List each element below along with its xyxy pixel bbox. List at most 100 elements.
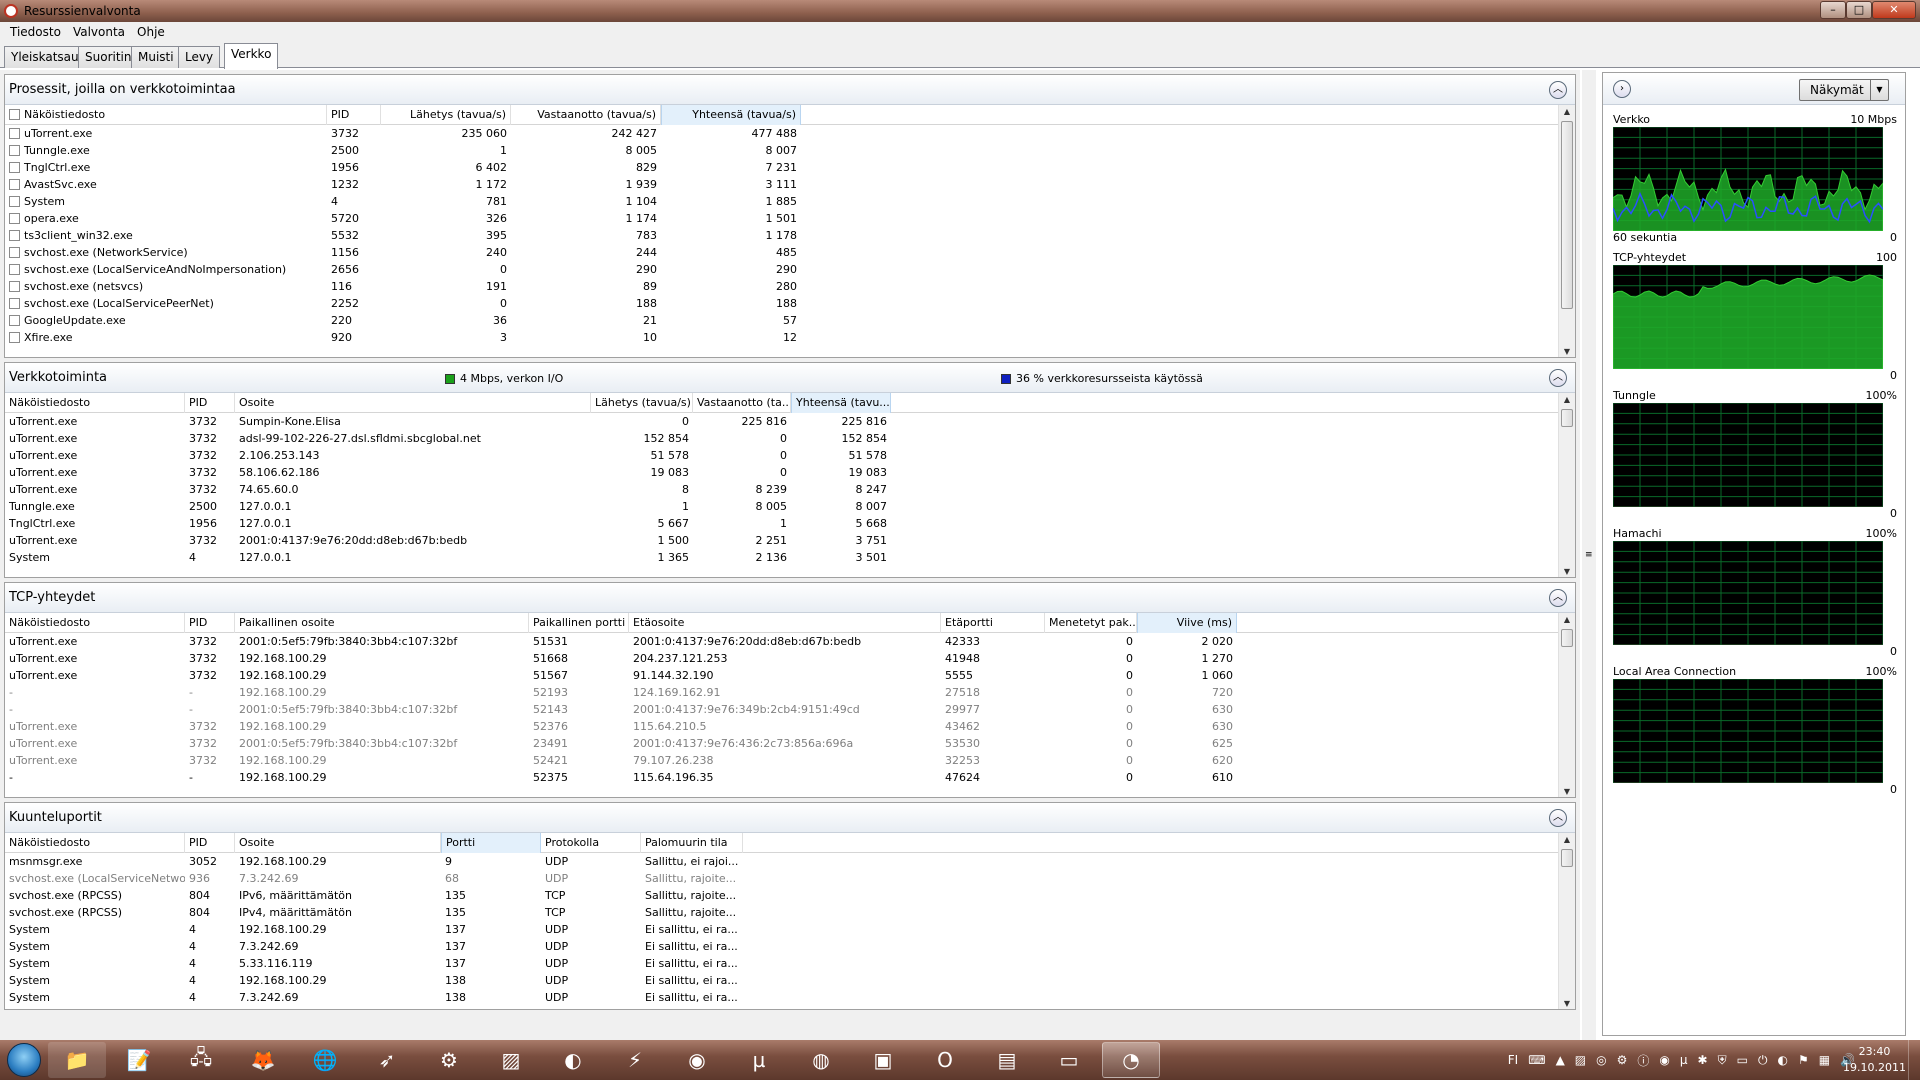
arrow-icon[interactable]: ➶ bbox=[358, 1042, 416, 1078]
table-row[interactable]: - - 192.168.100.29 52375 115.64.196.35 47624 0… bbox=[5, 769, 1575, 786]
scroll-down-arrow[interactable]: ▼ bbox=[1559, 345, 1575, 357]
flag-tray-icon[interactable]: ⚑ bbox=[1798, 1053, 1809, 1067]
table-row[interactable]: Xfire.exe 920 3 10 12 bbox=[5, 329, 1575, 346]
table-row[interactable]: System 4 781 1 104 1 885 bbox=[5, 193, 1575, 210]
scroll-down-arrow[interactable]: ▼ bbox=[1559, 785, 1575, 797]
table-row[interactable]: Tunngle.exe 2500 1 8 005 8 007 bbox=[5, 142, 1575, 159]
col-image[interactable]: Näköistiedosto bbox=[5, 613, 185, 633]
ts-tray-icon[interactable]: ◎ bbox=[1596, 1053, 1606, 1067]
table-row[interactable]: GoogleUpdate.exe 220 36 21 57 bbox=[5, 312, 1575, 329]
select-all-checkbox[interactable] bbox=[9, 108, 20, 120]
row-checkbox[interactable] bbox=[9, 212, 20, 224]
col-packet-loss[interactable]: Menetetyt pak... bbox=[1045, 613, 1137, 633]
table-row[interactable]: svchost.exe (netsvcs) 116 191 89 280 bbox=[5, 278, 1575, 295]
row-checkbox[interactable] bbox=[9, 178, 20, 190]
tab-cpu[interactable]: Suoritin bbox=[78, 46, 139, 68]
row-checkbox[interactable] bbox=[9, 127, 20, 139]
col-address[interactable]: Osoite bbox=[235, 393, 591, 413]
col-local-port[interactable]: Paikallinen portti bbox=[529, 613, 629, 633]
row-checkbox[interactable] bbox=[9, 144, 20, 156]
media-icon[interactable]: ◐ bbox=[544, 1042, 602, 1078]
col-image[interactable]: Näköistiedosto bbox=[5, 393, 185, 413]
scroll-down-arrow[interactable]: ▼ bbox=[1559, 997, 1575, 1009]
utorrent-tray-icon[interactable]: µ bbox=[1680, 1053, 1688, 1067]
col-pid[interactable]: PID bbox=[185, 393, 235, 413]
col-latency[interactable]: Viive (ms) bbox=[1137, 613, 1237, 633]
start-button[interactable] bbox=[0, 1040, 48, 1080]
steam-icon[interactable]: ⚙ bbox=[420, 1042, 478, 1078]
keyboard-icon[interactable]: ⌨ bbox=[1528, 1053, 1545, 1067]
steam-tray-icon[interactable]: ⚙ bbox=[1617, 1053, 1628, 1067]
table-row[interactable]: opera.exe 5720 326 1 174 1 501 bbox=[5, 210, 1575, 227]
scroll-up-arrow[interactable]: ▲ bbox=[1559, 105, 1575, 119]
table-row[interactable]: uTorrent.exe 3732 2001:0:5ef5:79fb:3840:3b… bbox=[5, 735, 1575, 752]
tcp-scrollbar[interactable]: ▲ ▼ bbox=[1558, 613, 1575, 797]
show-desktop-button[interactable] bbox=[1908, 1040, 1920, 1080]
menu-help[interactable]: Ohje bbox=[131, 25, 171, 39]
table-row[interactable]: System 4 7.3.242.69 137 UDP Ei sallittu, ei r… bbox=[5, 938, 1575, 955]
table-row[interactable]: Tunngle.exe 2500 127.0.0.1 1 8 005 8 007 bbox=[5, 498, 1575, 515]
scroll-thumb[interactable] bbox=[1561, 629, 1573, 647]
table-row[interactable]: uTorrent.exe 3732 2001:0:4137:9e76:20dd:d8… bbox=[5, 532, 1575, 549]
collapse-icon[interactable]: ︿ bbox=[1549, 369, 1567, 387]
table-row[interactable]: TnglCtrl.exe 1956 127.0.0.1 5 667 1 5 668 bbox=[5, 515, 1575, 532]
table-row[interactable]: - - 2001:0:5ef5:79fb:3840:3bb4:c107:32bf 52… bbox=[5, 701, 1575, 718]
info-tray-icon[interactable]: ⓘ bbox=[1637, 1052, 1649, 1069]
table-row[interactable]: System 4 5.33.116.119 137 UDP Ei sallittu, ei… bbox=[5, 955, 1575, 972]
row-checkbox[interactable] bbox=[9, 161, 20, 173]
table-row[interactable]: uTorrent.exe 3732 adsl-99-102-226-27.dsl.s… bbox=[5, 430, 1575, 447]
col-port[interactable]: Portti bbox=[441, 833, 541, 853]
network-activity-header[interactable]: Verkkotoiminta 4 Mbps, verkon I/O 36 % v… bbox=[5, 363, 1575, 393]
explorer-icon[interactable]: 📁 bbox=[48, 1042, 106, 1078]
table-row[interactable]: uTorrent.exe 3732 192.168.100.29 52376 115.6… bbox=[5, 718, 1575, 735]
camera-icon[interactable]: ▣ bbox=[854, 1042, 912, 1078]
row-checkbox[interactable] bbox=[9, 314, 20, 326]
table-row[interactable]: svchost.exe (LocalServiceAndNoImpersonat… bbox=[5, 261, 1575, 278]
table-row[interactable]: uTorrent.exe 3732 235 060 242 427 477 488 bbox=[5, 125, 1575, 142]
chat-tray-icon[interactable]: ◐ bbox=[1777, 1053, 1787, 1067]
stripes-icon[interactable]: ▨ bbox=[482, 1042, 540, 1078]
opera-icon[interactable]: O bbox=[916, 1042, 974, 1078]
col-send[interactable]: Lähetys (tavua/s) bbox=[381, 105, 511, 125]
fox-icon[interactable]: 🦊 bbox=[234, 1042, 292, 1078]
table-row[interactable]: uTorrent.exe 3732 2001:0:5ef5:79fb:3840:3b… bbox=[5, 633, 1575, 650]
table-row[interactable]: uTorrent.exe 3732 2.106.253.143 51 578 0 51 5… bbox=[5, 447, 1575, 464]
show-hidden-icon[interactable]: ▲ bbox=[1556, 1053, 1565, 1067]
listening-scrollbar[interactable]: ▲ ▼ bbox=[1558, 833, 1575, 1009]
col-remote-address[interactable]: Etäosoite bbox=[629, 613, 941, 633]
close-button[interactable]: ✕ bbox=[1872, 1, 1916, 19]
display-tray-icon[interactable]: ▭ bbox=[1737, 1053, 1748, 1067]
col-total[interactable]: Yhteensä (tavu... bbox=[791, 393, 891, 413]
power-tray-icon[interactable]: ⏻ bbox=[1758, 1053, 1768, 1068]
col-pid[interactable]: PID bbox=[185, 613, 235, 633]
lightning-icon[interactable]: ⚡ bbox=[606, 1042, 664, 1078]
table-row[interactable]: uTorrent.exe 3732 74.65.60.0 8 8 239 8 247 bbox=[5, 481, 1575, 498]
tab-memory[interactable]: Muisti bbox=[131, 46, 181, 68]
network-icon[interactable]: 🖧 bbox=[172, 1042, 230, 1078]
row-checkbox[interactable] bbox=[9, 195, 20, 207]
col-remote-port[interactable]: Etäportti bbox=[941, 613, 1045, 633]
language-indicator[interactable]: FI bbox=[1508, 1053, 1518, 1067]
globe-icon[interactable]: 🌐 bbox=[296, 1042, 354, 1078]
table-row[interactable]: svchost.exe (LocalServiceNetwo... 936 7.3.… bbox=[5, 870, 1575, 887]
table-row[interactable]: ts3client_win32.exe 5532 395 783 1 178 bbox=[5, 227, 1575, 244]
tab-network[interactable]: Verkko bbox=[224, 43, 279, 69]
scroll-up-arrow[interactable]: ▲ bbox=[1559, 833, 1575, 847]
display-icon[interactable]: ▭ bbox=[1040, 1042, 1098, 1078]
table-row[interactable]: svchost.exe (RPCSS) 804 IPv4, määrittämätö… bbox=[5, 904, 1575, 921]
col-pid[interactable]: PID bbox=[327, 105, 381, 125]
col-image[interactable]: Näköistiedosto bbox=[5, 833, 185, 853]
scroll-up-arrow[interactable]: ▲ bbox=[1559, 393, 1575, 407]
collapse-icon[interactable]: ︿ bbox=[1549, 81, 1567, 99]
tab-disk[interactable]: Levy bbox=[178, 46, 221, 68]
table-row[interactable]: uTorrent.exe 3732 58.106.62.186 19 083 0 19 0… bbox=[5, 464, 1575, 481]
scroll-up-arrow[interactable]: ▲ bbox=[1559, 613, 1575, 627]
col-image[interactable]: Näköistiedosto bbox=[5, 105, 327, 125]
table-row[interactable]: TnglCtrl.exe 1956 6 402 829 7 231 bbox=[5, 159, 1575, 176]
listening-ports-header[interactable]: Kuunteluportit ︿ bbox=[5, 803, 1575, 833]
pane-splitter[interactable]: ≡ bbox=[1582, 70, 1596, 1040]
network-scrollbar[interactable]: ▲ ▼ bbox=[1558, 393, 1575, 577]
table-row[interactable]: AvastSvc.exe 1232 1 172 1 939 3 111 bbox=[5, 176, 1575, 193]
table-row[interactable]: svchost.exe (NetworkService) 1156 240 244 48… bbox=[5, 244, 1575, 261]
menu-file[interactable]: Tiedosto bbox=[4, 25, 67, 39]
